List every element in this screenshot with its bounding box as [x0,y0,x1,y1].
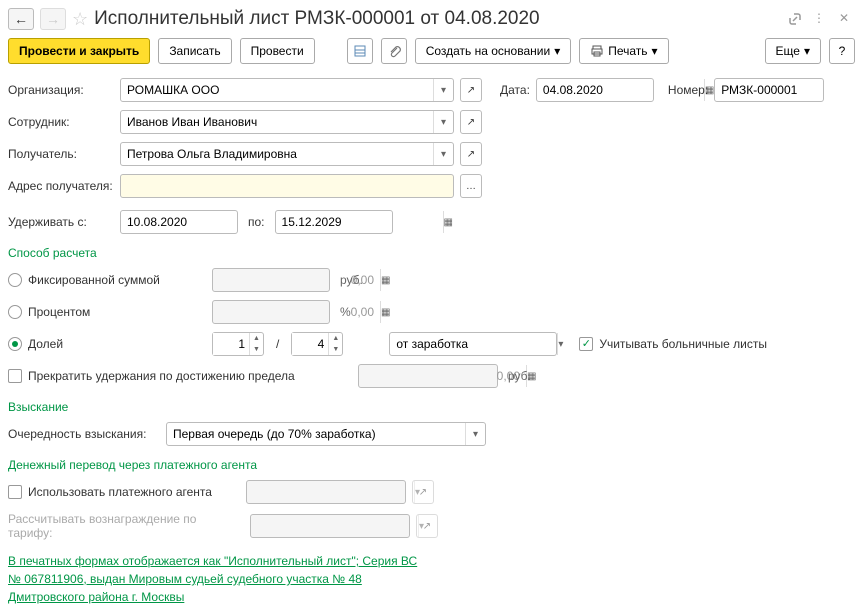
use-agent-checkbox[interactable] [8,485,22,499]
calc-method-header: Способ расчета [8,246,855,260]
kebab-menu-icon[interactable]: ⋮ [813,11,829,27]
use-agent-label: Использовать платежного агента [28,485,240,499]
window-title: Исполнительный лист РМЗК-000001 от 04.08… [94,8,539,30]
date-label: Дата: [500,83,530,97]
post-and-close-button[interactable]: Провести и закрыть [8,38,150,64]
agent-input [247,481,414,503]
recipient-addr-input[interactable] [121,175,453,197]
link-icon[interactable] [787,11,803,27]
print-form-link[interactable]: В печатных формах отображается как "Испо… [8,552,428,606]
structure-button[interactable] [347,38,373,64]
create-based-on-button[interactable]: Создать на основании ▾ [415,38,572,64]
rub-unit: руб. [340,273,363,287]
more-label: Еще [776,44,800,58]
sick-leave-checkbox[interactable] [579,337,593,351]
chevron-down-icon: ▾ [804,44,810,58]
open-ref-button[interactable]: ↗ [460,78,482,102]
employee-input[interactable] [121,111,433,133]
date-to-input[interactable] [276,211,443,233]
recipient-input[interactable] [121,143,433,165]
fixed-label: Фиксированной суммой [28,273,160,287]
favorite-star-icon[interactable]: ☆ [72,9,88,30]
stop-limit-checkbox[interactable] [8,369,22,383]
fraction-num-input[interactable] [213,333,249,355]
number-input[interactable] [715,79,863,101]
percent-label: Процентом [28,305,90,319]
pct-unit: % [340,305,351,319]
org-input[interactable] [121,79,433,101]
fraction-radio[interactable] [8,337,22,351]
org-label: Организация: [8,83,114,97]
to-label: по: [248,215,265,229]
recipient-label: Получатель: [8,147,114,161]
post-button[interactable]: Провести [240,38,315,64]
attachment-button[interactable] [381,38,407,64]
chevron-down-icon: ▾ [554,44,560,58]
sick-leave-label: Учитывать больничные листы [599,337,767,351]
print-button[interactable]: Печать ▾ [579,38,668,64]
save-button[interactable]: Записать [158,38,231,64]
spin-down[interactable]: ▼ [250,344,263,355]
open-ref-button: ↗ [416,514,438,538]
dropdown-icon[interactable]: ▾ [465,423,485,445]
tariff-label: Рассчитывать вознаграждение по тарифу: [8,512,244,540]
ellipsis-button[interactable]: … [460,174,482,198]
percent-amount-input [213,301,380,323]
nav-forward-button[interactable]: → [40,8,66,30]
fixed-radio[interactable] [8,273,22,287]
open-ref-button[interactable]: ↗ [460,142,482,166]
create-based-label: Создать на основании [426,44,551,58]
close-icon[interactable]: ✕ [839,11,855,27]
calculator-icon: ▦ [380,301,390,323]
open-ref-button: ↗ [412,480,434,504]
help-button[interactable]: ? [829,38,855,64]
printer-icon [590,44,604,58]
chevron-down-icon: ▾ [652,44,658,58]
fraction-label: Долей [28,337,63,351]
withhold-from-label: Удерживать с: [8,215,114,229]
nav-back-button[interactable]: ← [8,8,34,30]
dropdown-icon[interactable]: ▾ [433,111,453,133]
spin-up[interactable]: ▲ [250,333,263,344]
open-ref-button[interactable]: ↗ [460,110,482,134]
rub-unit: руб. [508,369,531,383]
stop-limit-label: Прекратить удержания по достижению преде… [28,369,295,383]
dropdown-icon[interactable]: ▾ [433,79,453,101]
transfer-header: Денежный перевод через платежного агента [8,458,855,472]
employee-label: Сотрудник: [8,115,114,129]
tariff-input [251,515,418,537]
percent-radio[interactable] [8,305,22,319]
spin-down[interactable]: ▼ [329,344,342,355]
calendar-icon[interactable]: ▦ [443,211,453,233]
spin-up[interactable]: ▲ [329,333,342,344]
print-label: Печать [608,44,647,58]
from-salary-select[interactable] [390,333,557,355]
queue-select[interactable] [167,423,465,445]
calculator-icon: ▦ [380,269,390,291]
fraction-den-input[interactable] [292,333,328,355]
dropdown-icon[interactable]: ▾ [433,143,453,165]
number-label: Номер: [668,83,708,97]
limit-amount-input [359,365,526,387]
queue-label: Очередность взыскания: [8,427,160,441]
dropdown-icon[interactable]: ▾ [557,333,563,355]
more-button[interactable]: Еще ▾ [765,38,821,64]
collection-header: Взыскание [8,400,855,414]
recipient-addr-label: Адрес получателя: [8,179,114,193]
